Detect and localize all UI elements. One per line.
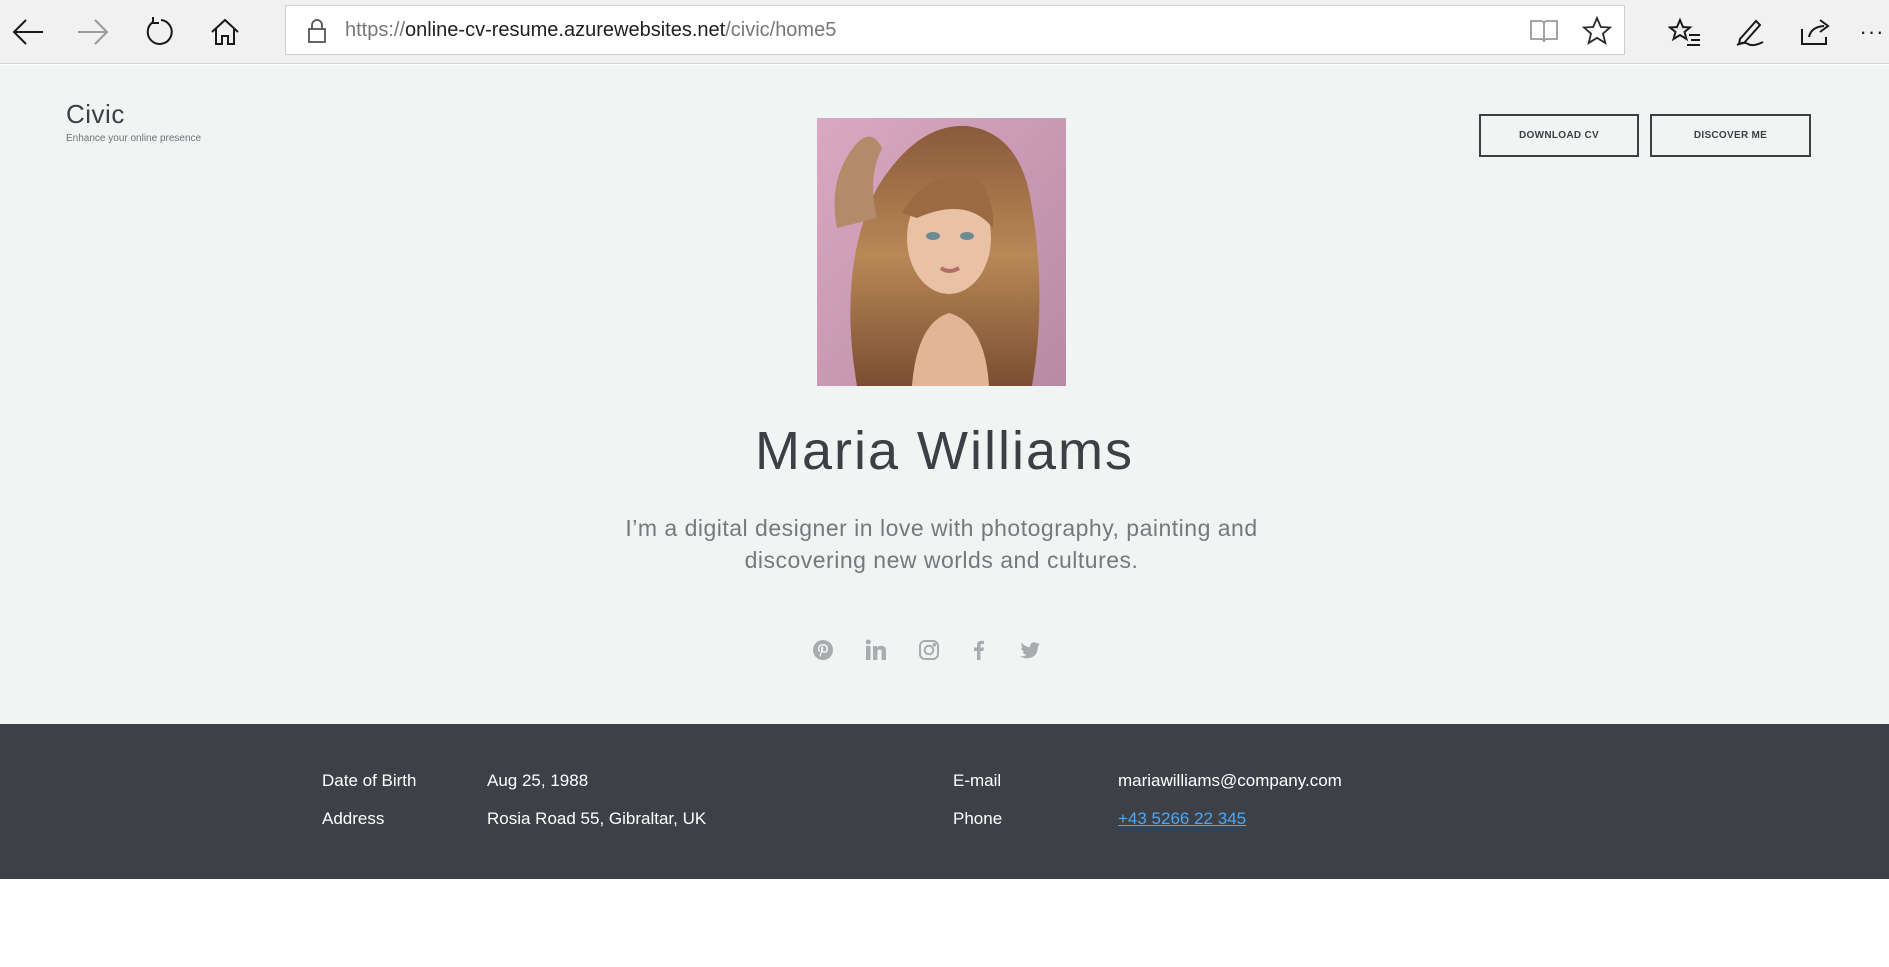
share-icon — [1801, 19, 1830, 45]
refresh-button[interactable] — [133, 6, 185, 58]
personal-info-section: Date of Birth Aug 25, 1988 Address Rosia… — [0, 724, 1889, 879]
profile-photo — [817, 118, 1066, 386]
reading-view-icon — [1530, 20, 1558, 43]
tagline-line-1: I’m a digital designer in love with phot… — [625, 515, 1258, 541]
lock-icon — [308, 19, 326, 43]
instagram-icon — [919, 640, 939, 660]
dob-label: Date of Birth — [322, 771, 417, 790]
url-prefix: https:// — [345, 19, 406, 41]
favorite-button[interactable] — [1582, 16, 1612, 46]
browser-toolbar: https://online-cv-resume.azurewebsites.n… — [0, 0, 1889, 64]
hero-section: Civic Enhance your online presence DOWNL… — [0, 65, 1889, 724]
more-button[interactable]: ··· — [1855, 6, 1889, 58]
brand[interactable]: Civic Enhance your online presence — [66, 99, 201, 144]
web-notes-button[interactable] — [1724, 6, 1776, 58]
facebook-icon — [974, 640, 984, 660]
back-button[interactable] — [2, 6, 54, 58]
pinterest-link[interactable] — [810, 637, 836, 663]
home-button[interactable] — [199, 6, 251, 58]
forward-icon — [78, 19, 109, 45]
dob-value: Aug 25, 1988 — [487, 771, 589, 790]
share-button[interactable] — [1790, 6, 1842, 58]
twitter-link[interactable] — [1017, 637, 1043, 663]
brand-title: Civic — [66, 99, 125, 129]
refresh-icon — [146, 17, 173, 45]
pinterest-icon — [813, 640, 833, 660]
social-links — [0, 637, 1889, 667]
favorites-list-icon — [1668, 17, 1700, 46]
phone-link[interactable]: +43 5266 22 345 — [1118, 809, 1246, 829]
address-label: Address — [322, 809, 385, 828]
brand-subtitle: Enhance your online presence — [66, 133, 202, 144]
linkedin-icon — [865, 639, 886, 660]
page-bottom-blank — [0, 879, 1889, 967]
address-value: Rosia Road 55, Gibraltar, UK — [487, 809, 707, 828]
download-cv-button[interactable]: DOWNLOAD CV — [1479, 114, 1639, 157]
forward-button[interactable] — [67, 6, 119, 58]
twitter-icon — [1020, 642, 1040, 659]
more-icon: ··· — [1859, 19, 1885, 44]
instagram-link[interactable] — [916, 637, 942, 663]
url-text[interactable]: https://online-cv-resume.azurewebsites.n… — [345, 6, 836, 54]
email-label: E-mail — [953, 771, 1002, 790]
facebook-link[interactable] — [966, 637, 992, 663]
home-icon — [211, 18, 239, 45]
pen-notes-icon — [1736, 19, 1764, 47]
url-path: /civic/home5 — [725, 19, 837, 41]
favorites-list-button[interactable] — [1659, 6, 1711, 58]
address-bar[interactable]: https://online-cv-resume.azurewebsites.n… — [285, 5, 1625, 55]
profile-tagline: I’m a digital designer in love with phot… — [580, 512, 1303, 576]
linkedin-link[interactable] — [863, 637, 889, 663]
discover-me-button[interactable]: DISCOVER ME — [1650, 114, 1811, 157]
tagline-line-2: discovering new worlds and cultures. — [744, 547, 1139, 573]
reading-view-button[interactable] — [1529, 16, 1559, 46]
profile-name: Maria Williams — [755, 421, 1134, 481]
phone-label: Phone — [953, 809, 1003, 828]
back-icon — [12, 19, 43, 45]
favorite-star-icon — [1582, 16, 1612, 45]
url-host: online-cv-resume.azurewebsites.net — [405, 19, 726, 41]
email-value[interactable]: mariawilliams@company.com — [1118, 771, 1342, 791]
